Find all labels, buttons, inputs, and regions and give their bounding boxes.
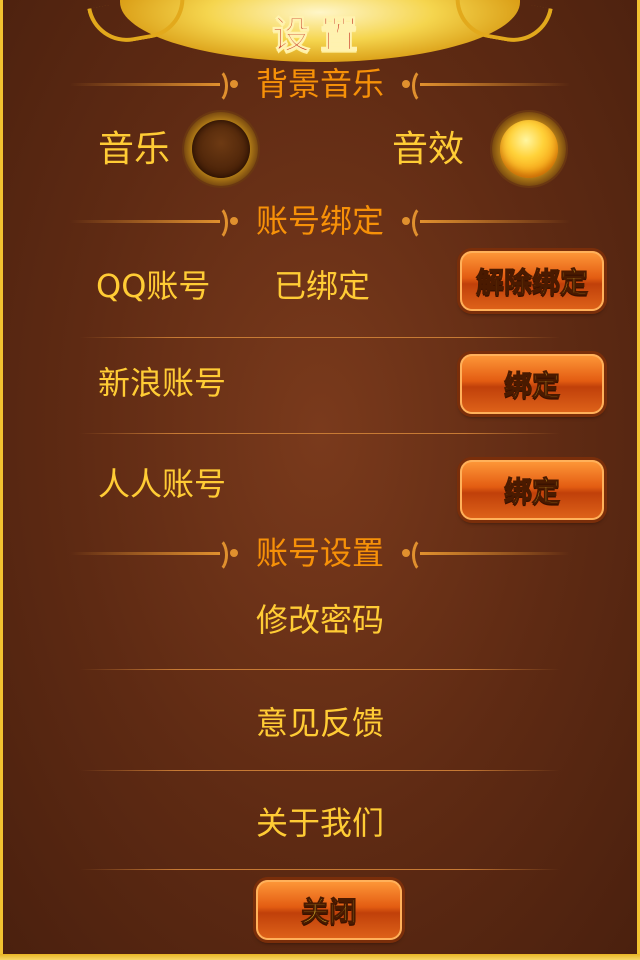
section-header-account: 账号设置 (0, 533, 640, 573)
unbind-qq-button-label: 解除绑定 (475, 266, 588, 300)
row-divider (80, 770, 560, 771)
unbind-qq-button[interactable]: 解除绑定 (460, 251, 604, 311)
bind-renren-button-label: 绑定 (503, 475, 560, 509)
ornament-curl (412, 537, 436, 573)
ornament-dot (402, 549, 410, 557)
about-us-item[interactable]: 关于我们 (0, 803, 640, 843)
close-button[interactable]: 关闭 (256, 880, 402, 940)
ornament-line (420, 552, 570, 555)
ornament-line (420, 220, 570, 223)
ornament-line (420, 83, 570, 86)
frame-bottom-edge (0, 954, 640, 960)
section-header-music: 背景音乐 (0, 64, 640, 104)
music-toggle[interactable] (184, 112, 258, 186)
renren-account-label: 人人账号 (98, 465, 227, 503)
effects-toggle[interactable] (492, 112, 566, 186)
ornament-dot (402, 217, 410, 225)
ornament-curl (412, 68, 436, 104)
ornament-dot (402, 80, 410, 88)
bind-renren-button[interactable]: 绑定 (460, 460, 604, 520)
bind-sina-button[interactable]: 绑定 (460, 354, 604, 414)
close-button-label: 关闭 (300, 895, 357, 929)
row-divider (80, 337, 560, 338)
music-label: 音乐 (98, 129, 171, 170)
feedback-item[interactable]: 意见反馈 (0, 703, 640, 743)
toggle-knob (192, 120, 250, 178)
section-header-binding: 账号绑定 (0, 201, 640, 241)
row-divider (80, 669, 560, 670)
toggle-knob (500, 120, 558, 178)
page-title: 设置 (271, 13, 368, 58)
row-divider (80, 433, 560, 434)
row-divider (80, 869, 560, 870)
qq-account-status: 已绑定 (274, 267, 371, 305)
qq-account-label: QQ账号 (96, 267, 211, 305)
ornament-curl (412, 205, 436, 241)
effects-label: 音效 (392, 129, 465, 170)
bind-sina-button-label: 绑定 (503, 369, 560, 403)
change-password-item[interactable]: 修改密码 (0, 600, 640, 640)
sina-account-label: 新浪账号 (98, 364, 227, 402)
title-plaque: 设置 (120, 0, 520, 62)
